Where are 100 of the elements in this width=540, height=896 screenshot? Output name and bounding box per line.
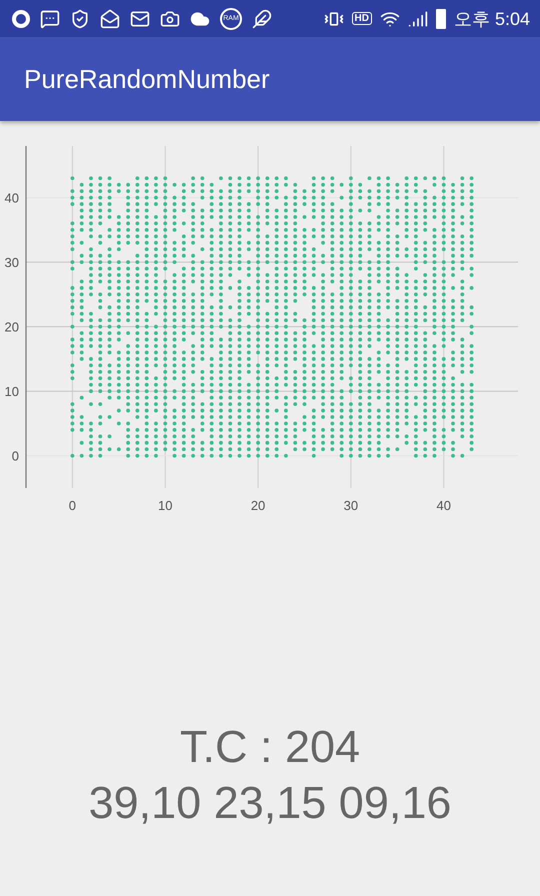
point: [284, 402, 288, 406]
point: [460, 234, 464, 238]
point: [330, 376, 334, 380]
point: [80, 215, 84, 219]
point: [126, 312, 130, 316]
point: [376, 280, 381, 284]
point: [228, 415, 232, 419]
point: [98, 280, 102, 284]
point: [470, 415, 474, 419]
point: [442, 247, 446, 252]
point: [191, 266, 195, 271]
point: [210, 234, 214, 238]
point: [368, 189, 372, 194]
point: [302, 280, 306, 284]
point: [246, 292, 251, 296]
point: [358, 254, 362, 258]
point: [182, 273, 186, 277]
point: [172, 454, 176, 458]
point: [470, 312, 474, 316]
point: [284, 422, 288, 426]
point: [321, 189, 325, 194]
point: [182, 292, 186, 296]
point: [395, 280, 400, 284]
point: [442, 363, 446, 368]
point: [219, 440, 223, 445]
point: [89, 260, 93, 264]
point: [470, 222, 474, 226]
point: [80, 202, 84, 206]
point: [228, 350, 232, 354]
point: [200, 234, 204, 238]
point: [470, 382, 474, 387]
point: [442, 189, 446, 194]
point: [200, 260, 204, 264]
point: [108, 415, 112, 419]
point: [238, 292, 242, 296]
point: [340, 260, 344, 264]
point: [246, 331, 251, 336]
point: [340, 357, 344, 361]
point: [265, 440, 270, 445]
point: [386, 286, 390, 290]
point: [98, 324, 102, 329]
point: [70, 454, 74, 458]
point: [238, 208, 242, 212]
point: [284, 376, 288, 380]
point: [302, 428, 306, 432]
point: [135, 176, 140, 180]
point: [210, 312, 214, 316]
point: [395, 318, 400, 322]
point: [368, 234, 372, 238]
point: [144, 447, 149, 452]
point: [284, 222, 288, 226]
point: [340, 273, 344, 277]
point: [312, 376, 316, 380]
point: [432, 176, 436, 180]
point: [238, 196, 242, 200]
point: [154, 344, 158, 348]
point: [154, 280, 158, 284]
point: [219, 324, 223, 329]
point: [265, 312, 270, 316]
point: [358, 247, 362, 252]
point: [340, 402, 344, 406]
point: [70, 428, 74, 432]
point: [191, 396, 195, 400]
point: [182, 428, 186, 432]
x-tick-label: 0: [68, 498, 76, 511]
point: [451, 196, 455, 200]
point: [116, 312, 121, 316]
point: [404, 182, 409, 187]
point: [293, 273, 298, 277]
point: [293, 260, 298, 264]
point: [376, 254, 381, 258]
point: [368, 312, 372, 316]
point: [442, 312, 446, 316]
point: [163, 331, 168, 336]
point: [386, 240, 390, 245]
point: [451, 428, 455, 432]
point: [330, 338, 334, 342]
point: [340, 370, 344, 374]
point: [182, 363, 186, 368]
point: [274, 280, 279, 284]
point: [404, 202, 409, 206]
point: [330, 428, 334, 432]
point: [432, 363, 436, 368]
point: [386, 176, 390, 180]
point: [274, 382, 279, 387]
point: [349, 382, 353, 387]
point: [256, 350, 260, 354]
point: [451, 363, 455, 368]
point: [135, 305, 140, 310]
point: [108, 434, 112, 438]
point: [256, 222, 260, 226]
point: [135, 222, 140, 226]
point: [368, 447, 372, 452]
point: [246, 454, 251, 458]
point: [404, 357, 409, 361]
point: [89, 222, 93, 226]
point: [126, 440, 130, 445]
point: [135, 228, 140, 232]
point: [423, 215, 428, 219]
point: [368, 298, 372, 303]
